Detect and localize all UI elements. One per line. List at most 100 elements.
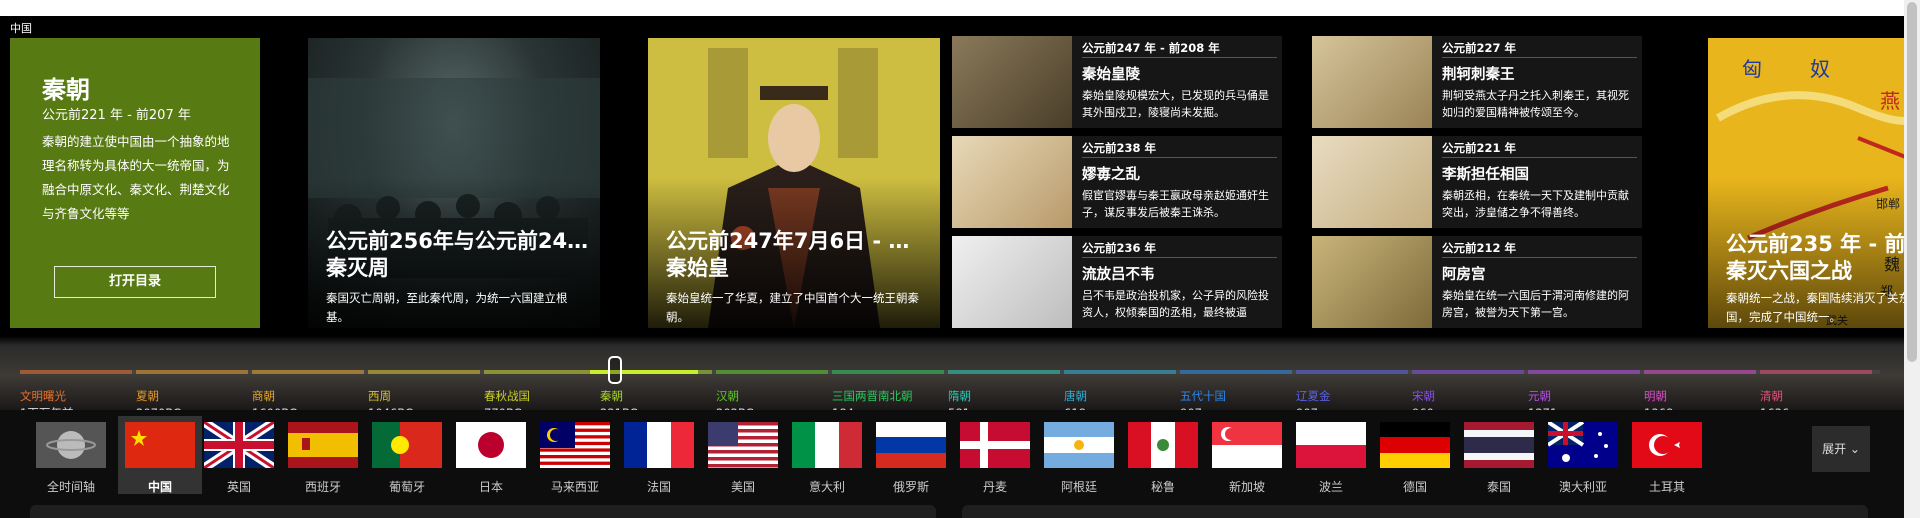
event-card-qin-shi-huang[interactable]: 公元前247年7月6日 - 前210... 秦始皇 秦始皇统一了华夏，建立了中国… xyxy=(648,38,940,328)
timeline-era-12[interactable]: 宋朝960 xyxy=(1412,388,1435,410)
event-card-qin-destroys-zhou[interactable]: 公元前256年与公元前249年 秦灭周 秦国灭亡周朝，至此秦代周，为统一六国建立… xyxy=(308,38,600,328)
timeline-era-13[interactable]: 元朝1271 xyxy=(1528,388,1557,410)
open-catalog-button[interactable]: 打开目录 xyxy=(54,266,216,298)
expand-button[interactable]: 展开 ⌄ xyxy=(1812,426,1870,472)
flag-label: 德国 xyxy=(1402,480,1427,494)
flag-label: 波兰 xyxy=(1318,480,1343,494)
timeline-segment xyxy=(136,370,248,374)
era-name: 五代十国 xyxy=(1180,389,1226,403)
flag-label: 秘鲁 xyxy=(1150,480,1175,494)
event-thumbnail xyxy=(1312,36,1432,128)
flag-icon xyxy=(372,422,442,468)
timeline-segment xyxy=(1296,370,1408,374)
flag-icon xyxy=(1296,422,1366,468)
flag-icon xyxy=(1128,422,1198,468)
flag-icon xyxy=(792,422,862,468)
flag-label: 西班牙 xyxy=(304,480,341,494)
flag-icon xyxy=(876,422,946,468)
timeline-era-1[interactable]: 夏朝2070BC xyxy=(136,388,181,410)
event-card-subtitle: 秦始皇 xyxy=(666,256,729,280)
timeline-segment xyxy=(1412,370,1524,374)
country-flag-13[interactable]: 秘鲁 xyxy=(1128,422,1198,495)
timeline-era-3[interactable]: 西周1046BC xyxy=(368,388,413,410)
country-flag-9[interactable]: 意大利 xyxy=(792,422,862,495)
scrollbar-thumb[interactable] xyxy=(1907,2,1917,362)
timeline-era-14[interactable]: 明朝1368 xyxy=(1644,388,1673,410)
country-flag-19[interactable]: 土耳其 xyxy=(1632,422,1702,495)
country-flag-11[interactable]: 丹麦 xyxy=(960,422,1030,495)
timeline-segment xyxy=(832,370,944,374)
dynasty-date: 公元前221 年 - 前207 年 xyxy=(42,108,191,123)
event-date: 公元前227 年 xyxy=(1442,41,1517,55)
event-card-lu-buwei[interactable]: 公元前236 年 流放吕不韦 吕不韦是政治投机家，公子异的风险投资人，权倾秦国的… xyxy=(952,236,1282,328)
timeline-era-10[interactable]: 五代十国907 xyxy=(1180,388,1226,410)
country-flag-16[interactable]: 德国 xyxy=(1380,422,1450,495)
flag-label: 葡萄牙 xyxy=(388,480,425,494)
country-flag-14[interactable]: 新加坡 xyxy=(1212,422,1282,495)
country-flag-1[interactable]: 中国 xyxy=(118,416,202,494)
country-flag-12[interactable]: 阿根廷 xyxy=(1044,422,1114,495)
event-card-jing-ke[interactable]: 公元前227 年 荆轲刺秦王 荆轲受燕太子丹之托入刺秦王，其视死如归的爱国精神被… xyxy=(1312,36,1642,128)
flag-icon xyxy=(1548,422,1618,468)
timeline-segment xyxy=(1528,370,1640,374)
timeline-era-7[interactable]: 三国两晋南北朝184 xyxy=(832,388,913,410)
timeline-segment xyxy=(368,370,480,374)
event-card-li-si[interactable]: 公元前221 年 李斯担任相国 秦朝丞相，在秦统一天下及建制中贡献突出，涉皇储之… xyxy=(1312,136,1642,228)
timeline-segment xyxy=(1064,370,1176,374)
event-text: 假宦官嫪毐与秦王嬴政母亲赵姬通奸生子，谋反事发后被秦王诛杀。 xyxy=(1082,189,1269,219)
event-card-title: 公元前247年7月6日 - 前210... xyxy=(666,229,930,253)
country-flag-10[interactable]: 俄罗斯 xyxy=(876,422,946,495)
timeline-slider-handle[interactable] xyxy=(608,356,622,384)
event-card-epang-palace[interactable]: 公元前212 年 阿房宫 秦始皇在统一六国后于渭河南修建的阿房宫，被誉为天下第一… xyxy=(1312,236,1642,328)
country-flag-18[interactable]: 澳大利亚 xyxy=(1548,422,1618,495)
flag-label: 日本 xyxy=(478,480,503,494)
event-card-title: 公元前256年与公元前249年 xyxy=(326,229,590,253)
country-flag-15[interactable]: 波兰 xyxy=(1296,422,1366,495)
country-flag-3[interactable]: 西班牙 xyxy=(288,422,358,495)
timeline-era-11[interactable]: 辽夏金907 xyxy=(1296,388,1331,410)
country-flag-2[interactable]: 英国 xyxy=(204,422,274,495)
timeline-era-5[interactable]: 秦朝221BC xyxy=(600,388,638,410)
event-date: 公元前212 年 xyxy=(1442,241,1517,255)
dynasty-intro-card: 秦朝 公元前221 年 - 前207 年 秦朝的建立使中国由一个抽象的地理名称转… xyxy=(10,38,260,328)
country-flag-7[interactable]: 法国 xyxy=(624,422,694,495)
map-label: 匈 xyxy=(1742,57,1762,81)
timeline-era-8[interactable]: 隋朝581 xyxy=(948,388,971,410)
era-name: 三国两晋南北朝 xyxy=(832,389,913,403)
country-flag-6[interactable]: 马来西亚 xyxy=(540,422,610,495)
flag-label: 澳大利亚 xyxy=(1558,480,1607,494)
flag-label: 全时间轴 xyxy=(46,480,95,494)
event-thumbnail xyxy=(1312,236,1432,328)
era-name: 元朝 xyxy=(1528,389,1551,403)
country-flag-bar: 全时间轴 中国 英国 西班牙 葡萄牙 日本 马来西亚 法国 美国 意大利 俄罗斯 丹麦 阿根廷 秘鲁 新加坡… xyxy=(0,410,1904,495)
country-flag-5[interactable]: 日本 xyxy=(456,422,526,495)
event-text: 秦始皇陵规模宏大，已发现的兵马俑是其外围戍卫，陵寝尚未发掘。 xyxy=(1082,89,1269,119)
country-flag-17[interactable]: 泰国 xyxy=(1464,422,1534,495)
event-text: 秦朝丞相，在秦统一天下及建制中贡献突出，涉皇储之争不得善终。 xyxy=(1442,189,1629,219)
flag-icon xyxy=(708,422,778,468)
timeline-era-0[interactable]: 文明曙光1百万年前 xyxy=(20,388,73,410)
country-flag-8[interactable]: 美国 xyxy=(708,422,778,495)
era-name: 宋朝 xyxy=(1412,389,1435,403)
timeline-segment xyxy=(484,370,596,374)
flag-icon xyxy=(288,422,358,468)
event-card-text: 秦朝统一之战，秦国陆续消灭了关东六国，完成了中国统一。 xyxy=(1726,291,1920,324)
event-title: 流放吕不韦 xyxy=(1082,267,1155,283)
timeline-era-6[interactable]: 汉朝202BC xyxy=(716,388,754,410)
event-card-mausoleum[interactable]: 公元前247 年 - 前208 年 秦始皇陵 秦始皇陵规模宏大，已发现的兵马俑是… xyxy=(952,36,1282,128)
map-label: 奴 xyxy=(1810,57,1830,81)
timeline-era-15[interactable]: 清朝1636 xyxy=(1760,388,1789,410)
event-card-unification-war[interactable]: 匈 奴 燕 邯郸 魏 郑 武关 公元前235 年 - 前221 秦灭六国之战 秦… xyxy=(1708,38,1920,328)
timeline-era-9[interactable]: 唐朝618 xyxy=(1064,388,1087,410)
timeline-era-2[interactable]: 商朝1600BC xyxy=(252,388,297,410)
country-flag-0[interactable]: 全时间轴 xyxy=(36,422,106,495)
timeline-era-4[interactable]: 春秋战国770BC xyxy=(484,388,530,410)
event-card-laoai[interactable]: 公元前238 年 嫪毐之乱 假宦官嫪毐与秦王嬴政母亲赵姬通奸生子，谋反事发后被秦… xyxy=(952,136,1282,228)
era-name: 秦朝 xyxy=(600,389,623,403)
flag-label: 土耳其 xyxy=(1648,480,1685,494)
page-scrollbar[interactable] xyxy=(1904,0,1920,518)
region-label: 中国 xyxy=(10,22,32,35)
flag-icon xyxy=(36,422,106,468)
country-flag-4[interactable]: 葡萄牙 xyxy=(372,422,442,495)
flag-icon xyxy=(1044,422,1114,468)
